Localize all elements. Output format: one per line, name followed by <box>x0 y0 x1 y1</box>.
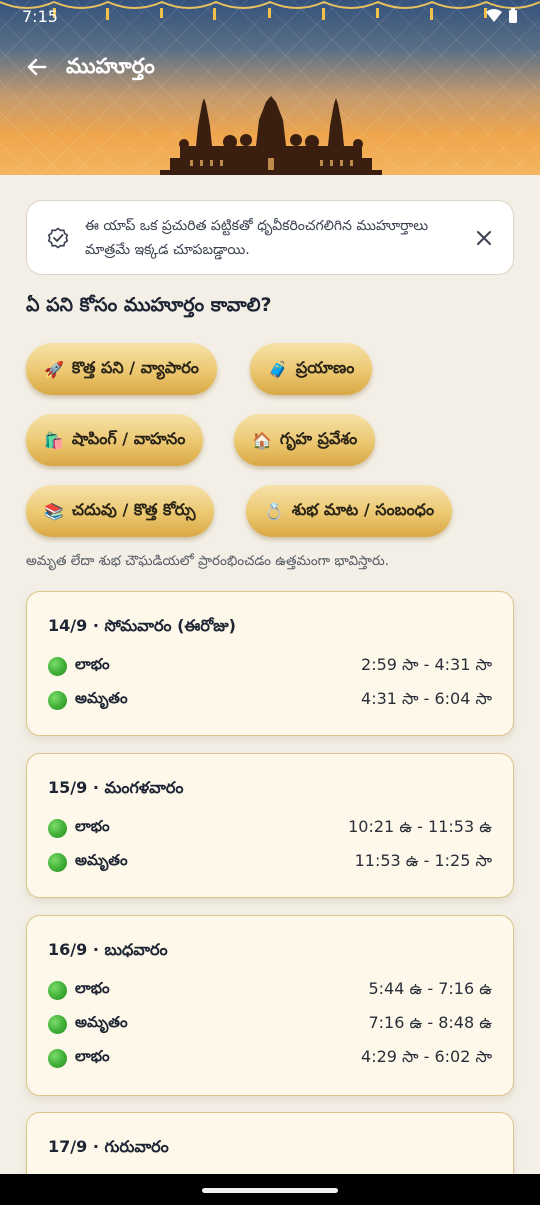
status-icons <box>486 8 518 24</box>
header-banner: 7:15 ముహూర్తం <box>0 0 540 175</box>
day-card-title: 16/9 · బుధవారం <box>48 940 168 959</box>
chip-label: ప్రయాణం <box>295 357 355 377</box>
slot-row: అమృతం 11:53 ఉ - 1:25 సా <box>48 845 492 879</box>
slot-row: అమృతం 7:16 ఉ - 8:48 ఉ <box>48 1007 492 1041</box>
day-card[interactable]: 14/9 · సోమవారం (ఈరోజు) లాభం 2:59 సా - 4:… <box>26 591 514 736</box>
slot-time: 10:21 ఉ - 11:53 ఉ <box>348 816 492 836</box>
arrow-left-icon <box>27 58 47 76</box>
status-bar: 7:15 <box>0 0 540 32</box>
green-dot-icon <box>48 1014 67 1034</box>
green-dot-icon <box>48 980 67 1000</box>
close-banner-button[interactable] <box>471 225 497 251</box>
chip-new-business[interactable]: 🚀 కొత్త పని / వ్యాపారం <box>26 343 217 395</box>
rocket-icon: 🚀 <box>44 359 64 379</box>
hint-text: అమృత లేదా శుభ చౌఘడియలో ప్రారంభించడం ఉత్త… <box>26 553 389 569</box>
day-card[interactable]: 16/9 · బుధవారం లాభం 5:44 ఉ - 7:16 ఉ అమృత… <box>26 915 514 1096</box>
books-icon: 📚 <box>44 501 64 521</box>
ring-icon: 💍 <box>264 501 284 521</box>
chip-label: శుభ మాట / సంబంధం <box>291 499 435 519</box>
chip-label: షాపింగ్ / వాహనం <box>71 428 186 448</box>
chip-label: చదువు / కొత్త కోర్సు <box>71 499 196 519</box>
info-banner: ఈ యాప్ ఒక ప్రచురిత పట్టికతో ధృవీకరించగలి… <box>26 200 514 275</box>
day-card-title: 15/9 · మంగళవారం <box>48 778 184 797</box>
slot-time: 11:53 ఉ - 1:25 సా <box>354 850 492 870</box>
chip-shopping-vehicle[interactable]: 🛍️ షాపింగ్ / వాహనం <box>26 414 204 466</box>
slot-name: అమృతం <box>75 851 128 869</box>
slot-time: 4:31 సా - 6:04 సా <box>361 688 492 708</box>
home-gesture-pill[interactable] <box>202 1188 338 1193</box>
temple-silhouette-icon <box>160 96 382 175</box>
shopping-bags-icon: 🛍️ <box>44 430 64 450</box>
chip-label: కొత్త పని / వ్యాపారం <box>71 357 199 377</box>
back-button[interactable] <box>20 50 54 84</box>
green-dot-icon <box>48 852 67 872</box>
slot-name: అమృతం <box>75 689 128 707</box>
verified-badge-icon <box>47 227 69 248</box>
page-title: ముహూర్తం <box>66 54 155 78</box>
battery-icon <box>509 8 517 23</box>
chip-engagement[interactable]: 💍 శుభ మాట / సంబంధం <box>246 485 453 537</box>
close-icon <box>477 230 491 245</box>
slot-row: లాభం 10:21 ఉ - 11:53 ఉ <box>48 811 492 845</box>
green-dot-icon <box>48 1048 67 1068</box>
green-dot-icon <box>48 818 67 838</box>
slot-name: లాభం <box>75 655 110 673</box>
day-card-title: 14/9 · సోమవారం (ఈరోజు) <box>48 616 236 635</box>
system-nav-bar <box>0 1174 540 1205</box>
slot-time: 5:44 ఉ - 7:16 ఉ <box>368 978 492 998</box>
slot-row: అమృతం 4:31 సా - 6:04 సా <box>48 683 492 717</box>
status-time: 7:15 <box>22 6 58 26</box>
chip-travel[interactable]: 🧳 ప్రయాణం <box>250 343 373 395</box>
slot-time: 4:29 సా - 6:02 సా <box>361 1046 492 1066</box>
green-dot-icon <box>48 690 67 710</box>
section-question: ఏ పని కోసం ముహూర్తం కావాలి? <box>26 294 272 316</box>
chip-label: గృహ ప్రవేశం <box>279 428 358 448</box>
chip-education[interactable]: 📚 చదువు / కొత్త కోర్సు <box>26 485 214 537</box>
day-card-title: 17/9 · గురువారం <box>48 1137 169 1156</box>
chip-house-warming[interactable]: 🏠 గృహ ప్రవేశం <box>234 414 376 466</box>
green-dot-icon <box>48 656 67 676</box>
slot-name: లాభం <box>75 817 110 835</box>
screen: 7:15 ముహూర్తం ఈ యాప్ ఒక ప్రచురిత పట్టికత… <box>0 0 540 1205</box>
slot-row: లాభం 5:44 ఉ - 7:16 ఉ <box>48 973 492 1007</box>
slot-row: లాభం 4:29 సా - 6:02 సా <box>48 1041 492 1075</box>
day-card[interactable]: 15/9 · మంగళవారం లాభం 10:21 ఉ - 11:53 ఉ అ… <box>26 753 514 898</box>
slot-name: లాభం <box>75 1047 110 1065</box>
slot-time: 7:16 ఉ - 8:48 ఉ <box>368 1012 492 1032</box>
house-icon: 🏠 <box>252 430 272 450</box>
info-text: ఈ యాప్ ఒక ప్రచురిత పట్టికతో ధృవీకరించగలి… <box>85 217 429 258</box>
slot-name: అమృతం <box>75 1013 128 1031</box>
slot-row: లాభం 2:59 సా - 4:31 సా <box>48 649 492 683</box>
slot-time: 2:59 సా - 4:31 సా <box>361 654 492 674</box>
wifi-icon <box>486 9 502 22</box>
luggage-icon: 🧳 <box>268 359 288 379</box>
slot-name: లాభం <box>75 979 110 997</box>
